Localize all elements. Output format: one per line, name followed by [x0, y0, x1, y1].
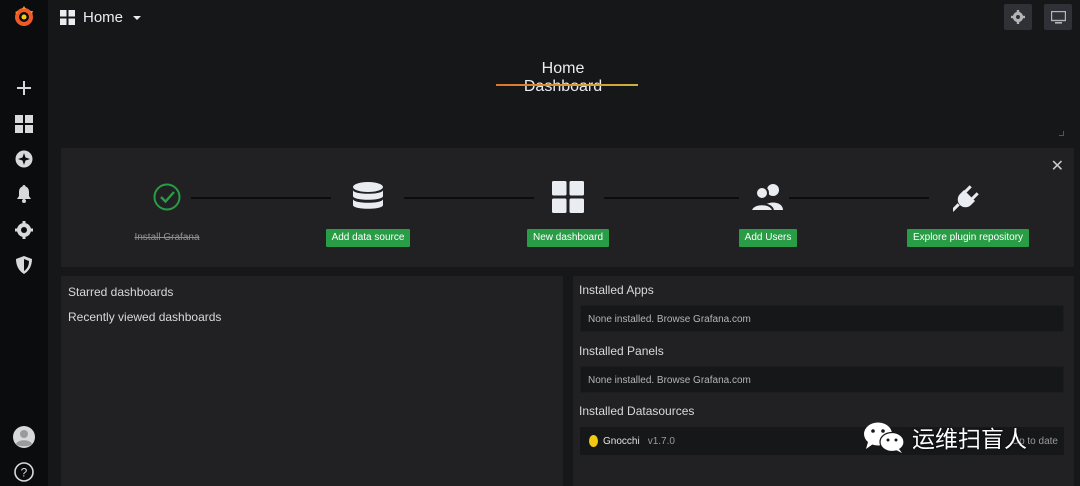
- datasource-name: Gnocchi: [603, 435, 640, 447]
- step-new-dashboard: New dashboard: [518, 180, 618, 247]
- dashboard-grid-icon: [552, 180, 584, 214]
- shield-icon[interactable]: [12, 253, 36, 277]
- gear-icon: [1011, 10, 1025, 24]
- wechat-icon: [864, 422, 905, 453]
- dashboard-title-panel: Home Dashboard: [48, 38, 1074, 138]
- gear-icon[interactable]: [12, 218, 36, 242]
- panel-resize-handle[interactable]: [1059, 131, 1064, 136]
- user-avatar-icon[interactable]: [12, 425, 36, 449]
- step-install-grafana: Install Grafana: [122, 180, 212, 247]
- starred-dashboards-heading: Starred dashboards: [68, 285, 174, 299]
- users-icon: [751, 180, 785, 214]
- dashboards-icon[interactable]: [12, 112, 36, 136]
- plus-icon[interactable]: [12, 76, 36, 100]
- add-users-button[interactable]: Add Users: [738, 229, 798, 247]
- dashboards-icon: [60, 9, 75, 25]
- installed-panels-heading: Installed Panels: [579, 344, 664, 358]
- grafana-logo-icon[interactable]: [12, 5, 36, 29]
- dashboard-picker[interactable]: Home: [60, 6, 142, 28]
- top-navbar: Home: [48, 0, 1080, 36]
- chevron-down-icon: [133, 16, 142, 20]
- tv-mode-button[interactable]: [1044, 4, 1072, 30]
- progress-connector: [404, 197, 534, 199]
- getting-started-panel: ✕ Install Grafana Add data source New da…: [61, 148, 1074, 267]
- explore-plugin-repository-button[interactable]: Explore plugin repository: [906, 229, 1030, 247]
- database-icon: [352, 180, 384, 214]
- watermark-text: 运维扫盲人: [912, 427, 1027, 453]
- installed-panels-empty[interactable]: None installed. Browse Grafana.com: [580, 366, 1064, 393]
- grafana-home-screen: ? Home Home Dashboard ✕ Install Grafana …: [0, 0, 1080, 486]
- datasource-version: v1.7.0: [647, 435, 675, 447]
- help-icon[interactable]: ?: [12, 460, 36, 484]
- step-label: Install Grafana: [134, 232, 200, 243]
- progress-connector: [191, 197, 331, 199]
- close-icon[interactable]: ✕: [1051, 156, 1064, 176]
- dashboard-settings-button[interactable]: [1004, 4, 1032, 30]
- dashboards-list-panel: Starred dashboards Recently viewed dashb…: [61, 276, 563, 486]
- step-add-data-source: Add data source: [318, 180, 418, 247]
- dashboard-picker-label: Home: [83, 8, 124, 26]
- monitor-icon: [1050, 10, 1066, 24]
- check-circle-icon: [152, 180, 182, 214]
- plug-icon: [953, 180, 983, 214]
- watermark: 运维扫盲人: [862, 420, 1027, 454]
- installed-datasources-heading: Installed Datasources: [579, 404, 695, 418]
- new-dashboard-button[interactable]: New dashboard: [526, 229, 610, 247]
- sidebar: ?: [0, 0, 48, 486]
- title-underline: [496, 84, 638, 86]
- installed-apps-empty[interactable]: None installed. Browse Grafana.com: [580, 305, 1064, 332]
- explore-compass-icon[interactable]: [12, 147, 36, 171]
- page-title: Home Dashboard: [523, 60, 603, 95]
- step-explore-plugins: Explore plugin repository: [898, 180, 1038, 247]
- svg-text:?: ?: [21, 466, 28, 480]
- gnocchi-logo-icon: [589, 435, 598, 447]
- installed-apps-heading: Installed Apps: [579, 283, 654, 297]
- step-add-users: Add Users: [718, 180, 818, 247]
- recently-viewed-heading: Recently viewed dashboards: [68, 310, 222, 324]
- plugins-list-panel: Installed Apps None installed. Browse Gr…: [573, 276, 1074, 486]
- add-data-source-button[interactable]: Add data source: [325, 229, 411, 247]
- bell-icon[interactable]: [12, 182, 36, 206]
